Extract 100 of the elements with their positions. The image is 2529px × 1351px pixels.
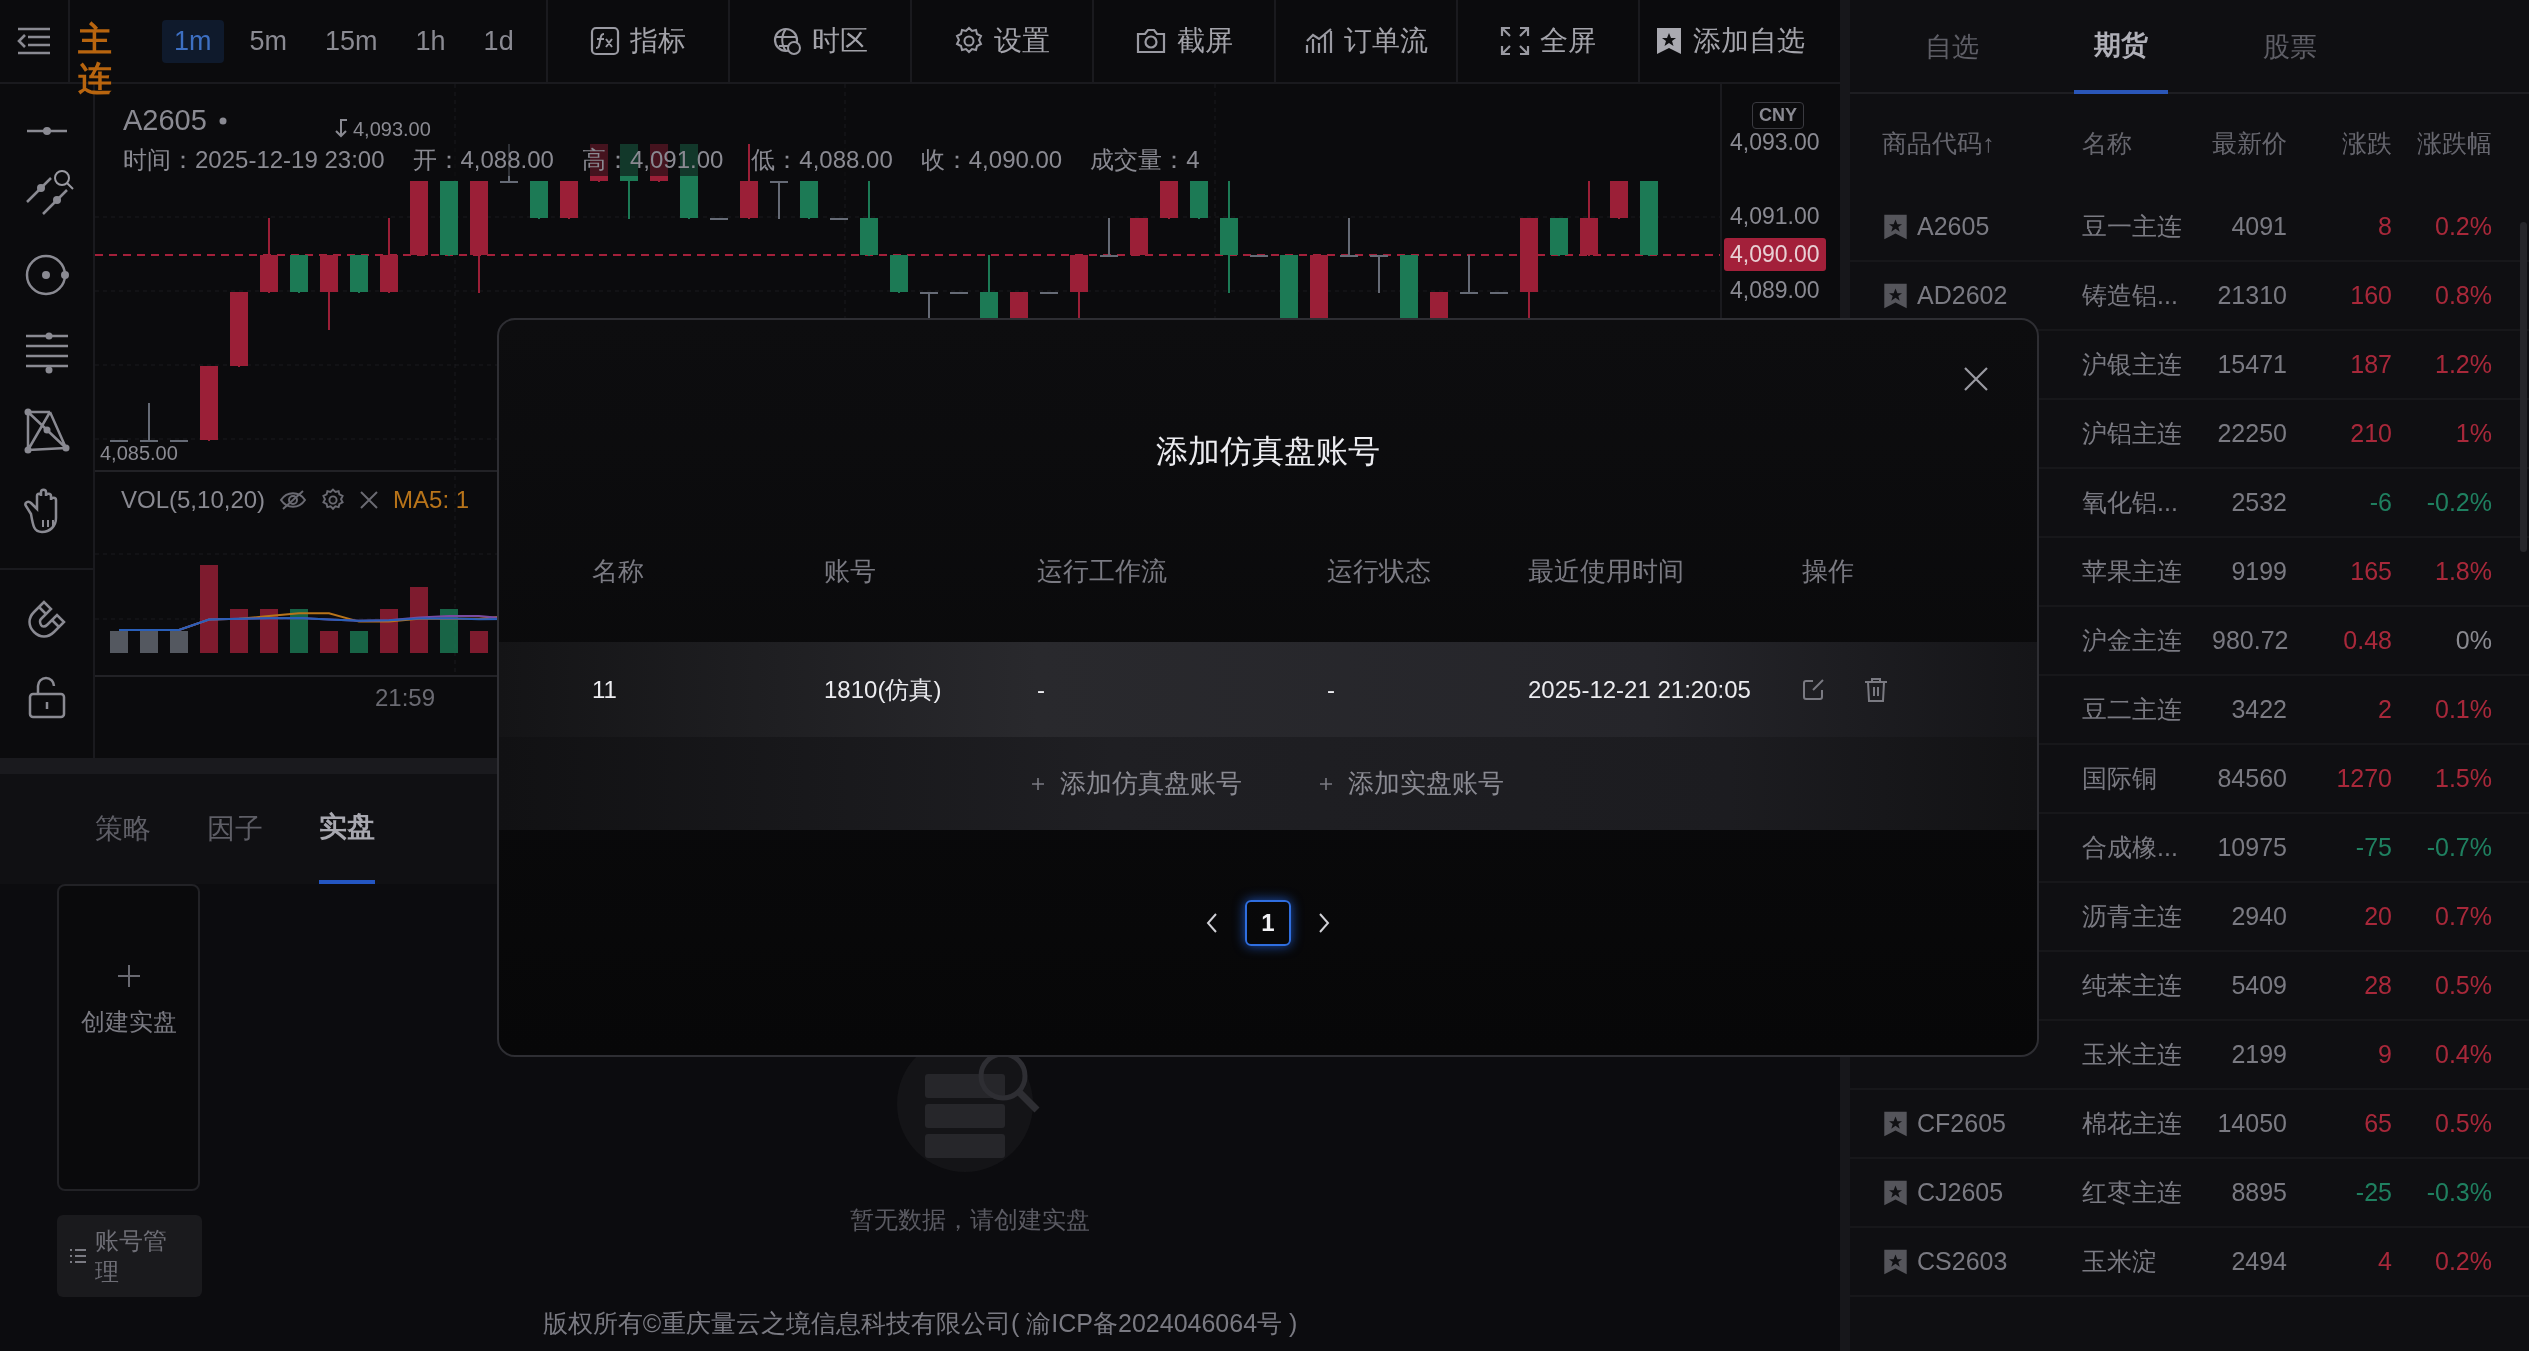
star-bookmark-icon[interactable] xyxy=(1882,1109,1909,1138)
table-cell-text: 红枣主连 xyxy=(2082,1177,2183,1208)
volume-bar xyxy=(230,609,248,653)
volume-bar xyxy=(110,631,128,653)
panel-tab[interactable]: 实盘 xyxy=(319,774,375,884)
table-cell-text: 15471 xyxy=(2216,350,2287,379)
menu-icon[interactable] xyxy=(16,26,52,56)
candle xyxy=(1160,181,1178,219)
table-cell-text: 8895 xyxy=(2230,1178,2287,1207)
column-header[interactable]: 最新价 xyxy=(2212,127,2287,160)
table-cell: CS2603 xyxy=(1917,1247,2008,1275)
eye-icon[interactable] xyxy=(279,489,308,511)
candle xyxy=(800,181,818,219)
pattern-icon[interactable] xyxy=(23,408,70,454)
table-cell-text: 14050 xyxy=(2216,1109,2287,1138)
star-bookmark-icon xyxy=(1655,26,1683,56)
column-header[interactable]: 涨跌 xyxy=(2287,127,2392,160)
page-button[interactable]: 1 xyxy=(1245,900,1291,946)
candle xyxy=(770,181,788,219)
toolbar-button[interactable]: 截屏 xyxy=(1092,0,1274,83)
table-cell-text: 0.5% xyxy=(2434,1109,2492,1138)
column-header: 操作 xyxy=(1802,554,1855,588)
table-cell-text: 21310 xyxy=(2216,281,2287,310)
table-cell-text: 0.48 xyxy=(2342,626,2392,655)
interval-tab[interactable]: 1h xyxy=(403,19,458,63)
star-bookmark-icon[interactable] xyxy=(1882,1247,1909,1276)
table-cell-text: 苹果主连 xyxy=(2082,556,2183,587)
create-card[interactable]: 创建实盘 xyxy=(57,884,200,1191)
volume-bar xyxy=(260,609,278,653)
interval-tab[interactable]: 15m xyxy=(313,19,390,63)
fx-icon xyxy=(590,26,620,56)
toolbar-button[interactable]: 订单流 xyxy=(1274,0,1456,83)
table-cell-text: 2532 xyxy=(2230,488,2287,517)
volume-bar xyxy=(290,609,308,653)
table-cell-text: 9199 xyxy=(2230,557,2287,586)
column-header[interactable]: 名称 xyxy=(2082,127,2212,160)
currency-badge: CNY xyxy=(1752,102,1804,129)
table-cell: A2605 xyxy=(1917,212,1990,240)
table-cell-text: 棉花主连 xyxy=(2082,1108,2183,1139)
candle xyxy=(1550,218,1568,256)
scrollbar[interactable] xyxy=(2520,222,2527,552)
close-icon[interactable] xyxy=(359,490,380,510)
table-cell-text: -0.7% xyxy=(2425,833,2492,862)
market-tab[interactable]: 期货 xyxy=(2074,0,2168,94)
table-cell-text: 0.2% xyxy=(2434,212,2492,241)
star-bookmark-icon[interactable] xyxy=(1882,212,1909,241)
panel-tab[interactable]: 策略 xyxy=(95,774,151,884)
table-cell-text: 3422 xyxy=(2230,695,2287,724)
copyright-text: 版权所有©重庆量云之境信息科技有限公司( 渝ICP备2024046064号 ) xyxy=(541,1308,1299,1339)
table-cell-text: 豆一主连 xyxy=(2082,211,2183,242)
toolbar-button[interactable]: 指标 xyxy=(546,0,728,83)
plus-icon xyxy=(1032,777,1044,790)
unlock-icon[interactable] xyxy=(26,674,67,720)
interval-tab[interactable]: 1d xyxy=(471,19,526,63)
trash-icon[interactable] xyxy=(1864,676,1888,703)
chevron-left-icon[interactable] xyxy=(1205,912,1219,934)
toolbar-button[interactable]: 时区 xyxy=(728,0,910,83)
table-cell-text: 2494 xyxy=(2230,1247,2287,1276)
add-account-button[interactable]: 添加仿真盘账号 xyxy=(1032,766,1242,801)
toolbar-button[interactable]: 设置 xyxy=(910,0,1092,83)
market-tab[interactable]: 股票 xyxy=(2243,0,2337,94)
table-cell-text: 沪银主连 xyxy=(2082,349,2183,380)
candle xyxy=(1190,181,1208,219)
settings-icon[interactable] xyxy=(321,488,346,512)
toolbar-button[interactable]: 全屏 xyxy=(1456,0,1638,83)
candle xyxy=(890,255,908,293)
ma-value: MA5: 1 xyxy=(393,486,470,514)
toolbar-button[interactable]: 添加自选 xyxy=(1638,0,1820,83)
horizontal-line-icon[interactable] xyxy=(24,124,69,138)
levels-icon[interactable] xyxy=(23,332,70,374)
plus-icon xyxy=(116,964,141,988)
candle xyxy=(1460,255,1478,294)
candle xyxy=(530,181,548,219)
volume-bar xyxy=(170,631,188,653)
table-cell-text: 5409 xyxy=(2230,971,2287,1000)
table-cell-text: 9 xyxy=(2377,1040,2392,1069)
table-cell-text: 沪铝主连 xyxy=(2082,418,2183,449)
add-account-button[interactable]: 添加实盘账号 xyxy=(1320,766,1504,801)
volume-title: VOL(5,10,20) xyxy=(121,486,266,514)
search-icon[interactable] xyxy=(53,169,75,191)
interval-tab[interactable]: 5m xyxy=(237,19,300,63)
table-cell-text: 0.8% xyxy=(2434,281,2492,310)
circle-icon[interactable] xyxy=(23,252,70,298)
chevron-right-icon[interactable] xyxy=(1317,912,1331,934)
panel-tab[interactable]: 因子 xyxy=(207,774,263,884)
edit-icon[interactable] xyxy=(1802,676,1826,701)
table-cell-text: 1270 xyxy=(2335,764,2392,793)
account-button[interactable]: 账号管理 xyxy=(57,1215,202,1297)
table-cell-text: 豆二主连 xyxy=(2082,694,2183,725)
column-header[interactable]: 商品代码↑ xyxy=(1882,127,2082,160)
close-icon[interactable] xyxy=(1963,366,1989,392)
interval-tab[interactable]: 1m xyxy=(162,19,224,63)
star-bookmark-icon[interactable] xyxy=(1882,281,1909,310)
column-header[interactable]: 涨跌幅 xyxy=(2392,127,2492,160)
candle xyxy=(1340,218,1358,257)
volume-bar xyxy=(140,631,158,653)
price-label: 4,091.00 xyxy=(1730,203,1820,230)
star-bookmark-icon[interactable] xyxy=(1882,1178,1909,1207)
ohlc-value: 高：4,091.00 xyxy=(581,144,724,176)
market-tab[interactable]: 自选 xyxy=(1905,0,1999,94)
